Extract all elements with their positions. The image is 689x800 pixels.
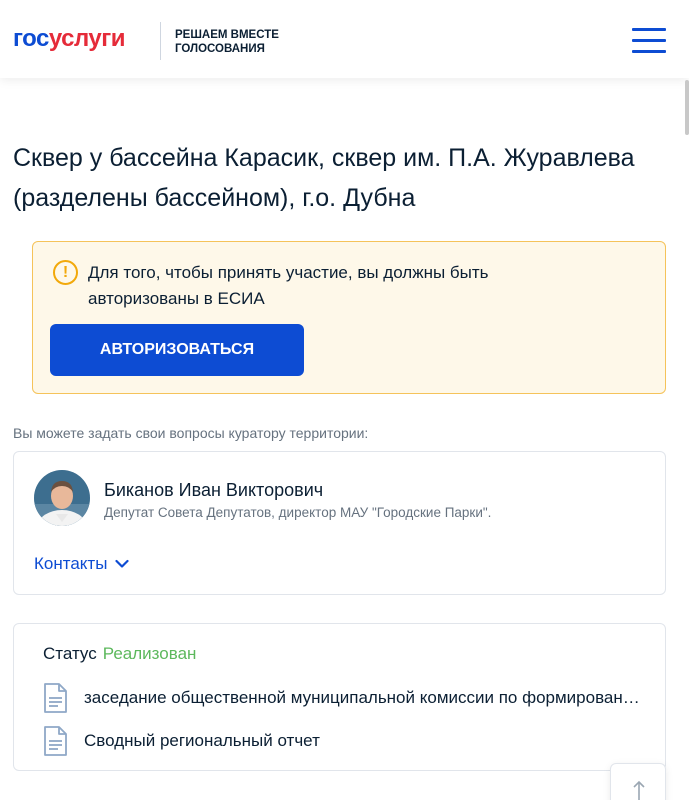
curator-avatar [34, 470, 90, 526]
logo-part-gos: гос [13, 25, 49, 52]
logo-part-uslugi: услуги [48, 25, 126, 52]
curator-name: Биканов Иван Викторович [104, 480, 324, 500]
curator-card: Биканов Иван Викторович Депутат Совета Д… [13, 451, 666, 595]
auth-warning-box: ! Для того, чтобы принять участие, вы до… [32, 241, 666, 394]
contacts-label: Контакты [34, 554, 108, 573]
exclamation-circle-icon: ! [53, 260, 78, 285]
site-header: госуслуги РЕШАЕМ ВМЕСТЕ ГОЛОСОВАНИЯ [0, 0, 689, 78]
logo-divider [160, 22, 161, 60]
status-value: Реализован [102, 644, 197, 663]
status-line: Статус Реализован [43, 644, 196, 664]
scroll-to-top-button[interactable] [610, 763, 666, 800]
arrow-up-icon [633, 780, 645, 800]
document-link[interactable]: Сводный региональный отчет [43, 726, 644, 756]
document-icon [44, 683, 67, 713]
scrollbar-thumb[interactable] [685, 80, 689, 135]
status-label: Статус [43, 644, 97, 663]
header-tagline: РЕШАЕМ ВМЕСТЕ ГОЛОСОВАНИЯ [175, 28, 279, 56]
gosuslugi-logo[interactable]: госуслуги [13, 25, 126, 53]
document-link[interactable]: заседание общественной муниципальной ком… [43, 683, 644, 713]
status-card: Статус Реализован заседание общественной … [13, 623, 666, 771]
auth-warning-text: Для того, чтобы принять участие, вы долж… [88, 263, 489, 308]
authorize-button[interactable]: Авторизоваться [50, 324, 304, 376]
contacts-toggle[interactable]: Контакты [34, 554, 130, 574]
tagline-line-1: РЕШАЕМ ВМЕСТЕ [175, 29, 279, 41]
hamburger-icon[interactable] [632, 28, 666, 54]
tagline-line-2: ГОЛОСОВАНИЯ [175, 43, 265, 55]
chevron-down-icon [115, 559, 130, 568]
curator-question-label: Вы можете задать свои вопросы куратору т… [13, 425, 369, 441]
document-title: заседание общественной муниципальной ком… [84, 688, 644, 707]
curator-role: Депутат Совета Депутатов, директор МАУ "… [104, 505, 492, 520]
page-title: Сквер у бассейна Карасик, сквер им. П.А.… [13, 144, 635, 212]
document-title: Сводный региональный отчет [84, 731, 320, 750]
document-icon [44, 726, 67, 756]
